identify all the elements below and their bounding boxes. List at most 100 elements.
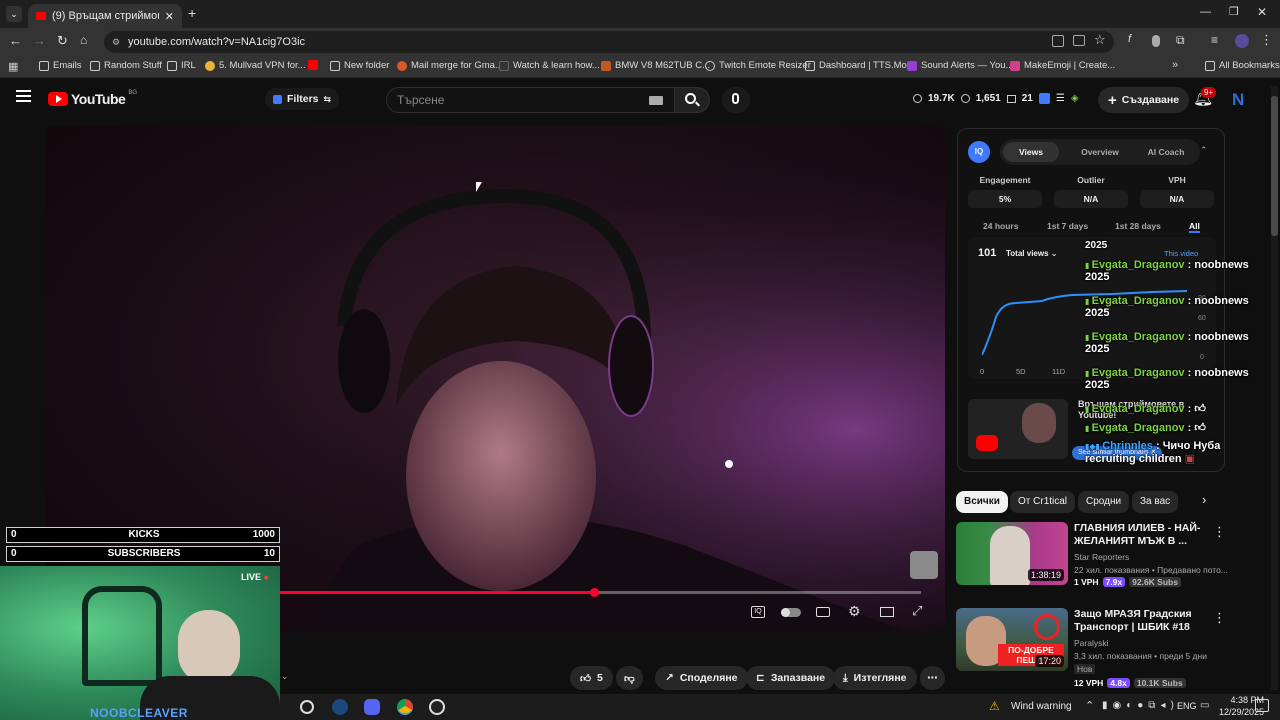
video-channel[interactable]: Paralyski (1074, 638, 1108, 648)
tray-chevron-icon[interactable]: ⌃ (1085, 699, 1094, 712)
bookmark-sound-alerts[interactable]: Sound Alerts — You... (907, 60, 1013, 71)
extension-leaf-icon[interactable] (1152, 35, 1160, 47)
scrubber-handle[interactable] (590, 588, 599, 597)
bookmark-twitch-emote[interactable]: Twitch Emote Resizer (705, 60, 811, 71)
bookmark-irl[interactable]: IRL (167, 60, 196, 71)
media-controls-icon[interactable]: ≡ (1211, 33, 1218, 47)
list-icon[interactable]: ☰ (1056, 93, 1065, 104)
list-item[interactable]: ПО-ДОБРЕ ПЕША! 17:20 Защо МРАЗЯ Градския… (956, 608, 1268, 688)
chrome-icon[interactable] (397, 699, 413, 715)
fullscreen-icon[interactable]: ⤢ (912, 603, 922, 619)
chips-next-icon[interactable]: › (1202, 492, 1206, 507)
reload-icon[interactable]: ↻ (57, 33, 68, 49)
thumbnail-preview[interactable] (968, 399, 1068, 459)
tab-views[interactable]: Views (1003, 142, 1059, 162)
restore-icon[interactable]: ❐ (1229, 5, 1239, 18)
create-button[interactable]: + Създаване (1098, 87, 1190, 113)
more-bookmarks-icon[interactable]: » (1172, 59, 1178, 71)
video-thumbnail[interactable]: 1:38:19 (956, 522, 1068, 585)
browser-menu-icon[interactable]: ⋮ (1260, 32, 1273, 48)
list-item[interactable]: 1:38:19 ГЛАВНИЯ ИЛИЕВ - НАЙ-ЖЕЛАНИЯТ МЪЖ… (956, 522, 1268, 590)
new-tab-icon[interactable]: + (188, 5, 196, 21)
account-avatar[interactable]: N (1232, 90, 1244, 110)
bookmark-emails[interactable]: Emails (39, 60, 82, 71)
steam-icon[interactable] (332, 699, 348, 715)
voice-search-button[interactable] (722, 87, 750, 113)
notification-center-icon[interactable] (1255, 699, 1269, 712)
vidiq-icon[interactable] (1038, 93, 1050, 104)
bookmark-bmw[interactable]: BMW V8 M62TUB C... (601, 60, 710, 71)
subtitles-icon[interactable] (816, 607, 830, 617)
bookmark-new-folder[interactable]: New folder (330, 60, 389, 71)
tab-active[interactable]: (9) Връщам стриймовете в ✕ (28, 4, 182, 28)
translate-icon[interactable] (1052, 35, 1064, 47)
forward-icon[interactable]: → (33, 33, 46, 48)
theater-mode-icon[interactable] (880, 607, 894, 617)
chip-from-channel[interactable]: От Cr1tical (1010, 491, 1076, 513)
tab-search-icon[interactable]: ⌄ (6, 6, 22, 22)
period-24h[interactable]: 24 hours (983, 221, 1018, 231)
period-7d[interactable]: 1st 7 days (1047, 221, 1088, 231)
back-icon[interactable]: ← (9, 33, 22, 48)
like-button[interactable]: 👍︎ 5 (570, 666, 613, 690)
tab-overview[interactable]: Overview (1070, 142, 1130, 162)
vidiq-player-icon[interactable]: IQ (751, 606, 765, 618)
chip-all[interactable]: Всички (956, 491, 1008, 513)
tray-network-icon[interactable]: ▭ (1200, 700, 1209, 711)
bookmark-mail-merge[interactable]: Mail merge for Gma... (397, 60, 503, 71)
discord-icon[interactable] (364, 699, 380, 715)
overlay-collapse-chevron-icon[interactable]: ⌄ (281, 671, 289, 682)
download-button[interactable]: ⤓ Изтегляне (833, 666, 917, 690)
bookmark-star-icon[interactable]: ☆ (1094, 32, 1106, 48)
video-thumbnail[interactable]: ПО-ДОБРЕ ПЕША! 17:20 (956, 608, 1068, 671)
profile-avatar[interactable] (1235, 34, 1249, 48)
youtube-logo[interactable]: YouTube BG (48, 90, 137, 107)
more-options-icon[interactable]: ⋮ (1213, 610, 1226, 626)
autoplay-toggle[interactable] (781, 608, 801, 617)
tray-icons[interactable]: ▮◉◐●⧉◂) (1102, 700, 1179, 711)
badge-icon[interactable]: ◈ (1071, 93, 1079, 104)
scrollbar-thumb[interactable] (1271, 96, 1278, 236)
url-field[interactable]: ⚙ youtube.com/watch?v=NA1cig7O3ic (104, 31, 1114, 53)
hamburger-menu-icon[interactable] (16, 90, 31, 102)
video-title[interactable]: Защо МРАЗЯ Градския Транспорт | ШБИК #18 (1074, 608, 1214, 634)
bookmark-tts-dashboard[interactable]: Dashboard | TTS.Mo... (805, 60, 915, 71)
chip-for-you[interactable]: За вас (1132, 491, 1179, 513)
chip-related[interactable]: Сродни (1078, 491, 1130, 513)
keyboard-icon[interactable] (649, 96, 663, 105)
collapse-chevron-icon[interactable]: ⌃ (1200, 145, 1208, 156)
apps-grid-icon[interactable]: ▦ (8, 60, 18, 73)
site-info-icon[interactable]: ⚙ (112, 31, 120, 53)
cast-icon[interactable] (1073, 35, 1085, 46)
home-icon[interactable]: ⌂ (80, 33, 87, 47)
progress-bar[interactable] (280, 588, 921, 597)
bookmark-mullvad[interactable]: 5. Mullvad VPN for... (205, 60, 306, 71)
video-channel[interactable]: Star Reporters (1074, 552, 1129, 562)
extension-font-icon[interactable]: f (1128, 33, 1131, 45)
obs-icon[interactable] (429, 699, 445, 715)
page-scrollbar[interactable] (1271, 86, 1278, 690)
video-title[interactable]: ГЛАВНИЯ ИЛИЕВ - НАЙ-ЖЕЛАНИЯТ МЪЖ В ... (1074, 522, 1214, 548)
weather-text[interactable]: Wind warning (1011, 701, 1072, 712)
dislike-button[interactable]: 👎︎ (616, 666, 643, 690)
bookmark-youtube[interactable] (308, 60, 318, 70)
filters-button[interactable]: Filters ⇆ (265, 88, 340, 110)
bookmark-random-stuff[interactable]: Random Stuff (90, 60, 162, 71)
tab-close-icon[interactable]: ✕ (165, 10, 174, 23)
total-views-dropdown[interactable]: Total views ⌄ (1006, 249, 1057, 258)
taskbar-app-icon[interactable] (300, 700, 314, 714)
share-button[interactable]: ↗ Споделяне (655, 666, 748, 690)
more-actions-button[interactable]: ⋯ (920, 666, 945, 690)
period-28d[interactable]: 1st 28 days (1115, 221, 1161, 231)
save-button[interactable]: ⊏ Запазване (746, 666, 836, 690)
minimize-icon[interactable]: — (1200, 6, 1211, 18)
endscreen-avatar[interactable] (910, 551, 938, 579)
search-button[interactable] (674, 87, 710, 113)
settings-icon[interactable]: ⚙ (848, 603, 861, 620)
more-options-icon[interactable]: ⋮ (1213, 524, 1226, 540)
all-bookmarks[interactable]: All Bookmarks (1205, 60, 1280, 71)
close-window-icon[interactable]: ✕ (1257, 5, 1267, 19)
period-all[interactable]: All (1189, 221, 1200, 233)
tab-ai-coach[interactable]: AI Coach (1136, 142, 1196, 162)
bookmark-makeemoji[interactable]: MakeEmoji | Create... (1010, 60, 1115, 71)
